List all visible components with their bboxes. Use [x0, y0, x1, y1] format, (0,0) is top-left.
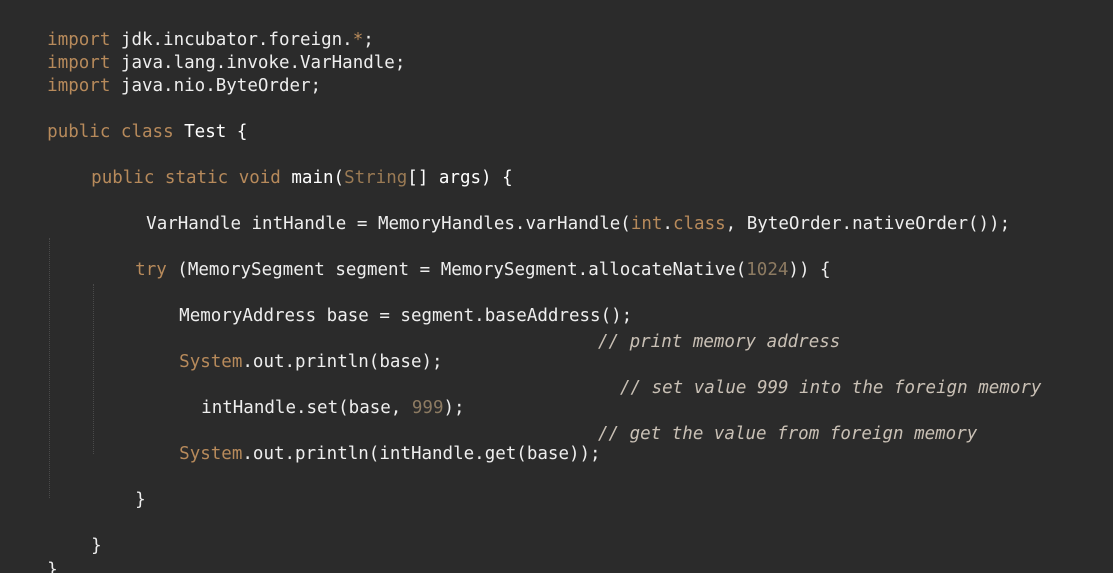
code-line: System.out.println(intHandle.get(base)); — [137, 424, 601, 484]
keyword: import — [47, 76, 111, 96]
code-text: ); — [443, 398, 465, 418]
code-text: intHandle.set(base, — [201, 398, 412, 418]
class-name: System — [179, 444, 243, 464]
code-comment: // print memory address — [598, 332, 841, 352]
code-text: MemoryAddress base = segment.baseAddress… — [179, 306, 633, 326]
number-literal: 1024 — [746, 260, 789, 280]
code-text: main( — [280, 168, 345, 188]
code-editor[interactable]: import jdk.incubator.foreign.*; import j… — [0, 0, 1113, 573]
closing-brace: } — [91, 536, 102, 556]
closing-brace: } — [135, 490, 146, 510]
code-text: VarHandle intHandle = MemoryHandles.varH… — [146, 214, 631, 234]
closing-brace: } — [47, 560, 58, 573]
number-literal: 999 — [411, 398, 444, 418]
code-text: Test { — [173, 122, 248, 142]
keyword: static — [164, 168, 229, 188]
code-text: (MemorySegment segment = MemorySegment.a… — [166, 260, 747, 280]
keyword: void — [238, 168, 281, 188]
keyword: public — [47, 122, 111, 142]
class-name: System — [179, 352, 243, 372]
keyword: class — [672, 214, 726, 234]
type-name: String — [344, 168, 408, 188]
code-comment: // set value 999 into the foreign memory — [620, 378, 1042, 398]
code-text: , ByteOrder.nativeOrder()); — [725, 214, 1011, 234]
code-text: . — [662, 214, 673, 234]
keyword: int — [630, 214, 663, 234]
code-text: [] args) { — [407, 168, 513, 188]
code-text: java.nio.ByteOrder; — [110, 76, 322, 96]
indent-guide — [49, 238, 50, 498]
keyword: public — [91, 168, 155, 188]
code-comment: // get the value from foreign memory — [598, 424, 978, 444]
code-text: .out.println(base); — [242, 352, 443, 372]
code-text: .out.println(intHandle.get(base)); — [242, 444, 601, 464]
code-line: } — [5, 540, 58, 573]
code-text: )) { — [788, 260, 831, 280]
keyword: class — [120, 122, 174, 142]
keyword: try — [135, 260, 167, 280]
indent-guide — [93, 284, 94, 454]
